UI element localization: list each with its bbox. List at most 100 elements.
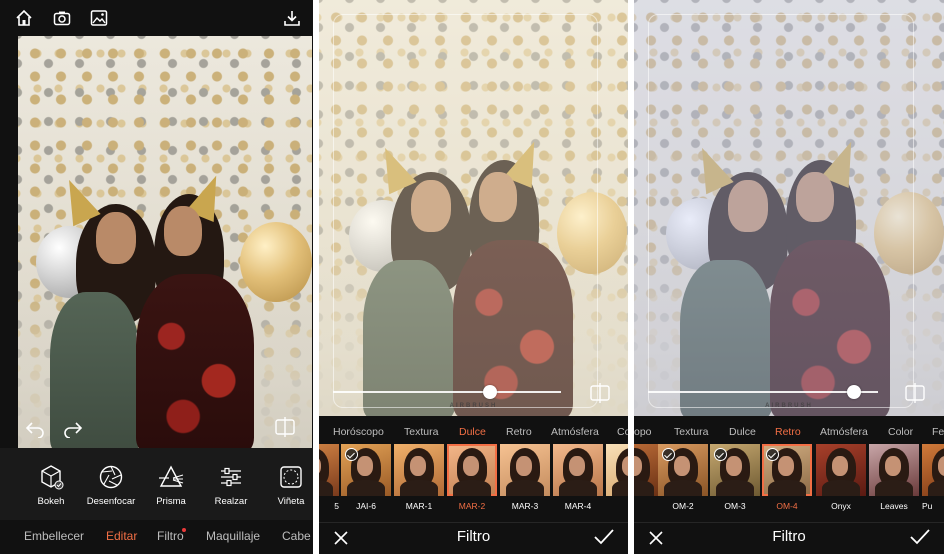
filter-thumb[interactable]: OM-3 <box>710 444 760 511</box>
filter-panel-dulce: AIRBRUSH Horóscopo Textura Dulce Retro A… <box>319 0 628 554</box>
filter-label: MAR-1 <box>405 501 433 511</box>
filter-bottom-bar: Filtro <box>319 522 628 554</box>
slider-thumb[interactable] <box>483 385 497 399</box>
compare-icon[interactable] <box>274 416 296 438</box>
check-icon <box>662 448 675 461</box>
filter-thumb[interactable]: OM-4 <box>762 444 812 511</box>
filter-thumb[interactable]: Leaves <box>869 444 919 511</box>
editor-panel: Bokeh Desenfocar Prisma Realzar Viñeta E… <box>0 0 313 554</box>
redo-icon[interactable] <box>62 420 84 439</box>
compare-icon[interactable] <box>589 382 611 404</box>
undo-icon[interactable] <box>24 420 46 439</box>
category-fe[interactable]: Fe <box>932 426 944 438</box>
top-toolbar <box>0 0 313 36</box>
category-color[interactable]: Color <box>888 426 913 438</box>
photo-frame <box>333 14 598 408</box>
category-horoscopo[interactable]: Horóscopo <box>333 426 384 438</box>
bokeh-icon <box>38 464 64 490</box>
filter-bottom-bar: Filtro <box>634 522 944 554</box>
tab-editar[interactable]: Editar <box>106 529 137 543</box>
photo-frame <box>648 14 914 408</box>
intensity-slider[interactable] <box>648 385 878 399</box>
prism-icon <box>158 464 184 490</box>
category-dulce[interactable]: Dulce <box>729 426 756 438</box>
filter-label: Leaves <box>880 501 908 511</box>
filter-label: MAR-3 <box>511 501 539 511</box>
category-atmosfera[interactable]: Atmósfera <box>551 426 599 438</box>
filter-panel-retro: AIRBRUSH opo Textura Dulce Retro Atmósfe… <box>634 0 944 554</box>
filter-label: OM-2 <box>672 501 694 511</box>
category-retro[interactable]: Retro <box>775 426 801 438</box>
filter-thumb[interactable]: Onyx <box>816 444 866 511</box>
filter-label: MAR-4 <box>564 501 592 511</box>
category-horoscopo[interactable]: opo <box>634 426 652 438</box>
tool-label: Bokeh <box>37 496 65 507</box>
filter-thumb[interactable] <box>606 444 628 501</box>
tool-label: Desenfocar <box>86 496 136 507</box>
filter-thumbnails: 5 JAI-6 MAR-1 MAR-2 MAR-3 MAR-4 <box>319 444 628 522</box>
filter-thumb[interactable]: Pu <box>922 444 944 511</box>
photo-canvas[interactable] <box>319 0 628 416</box>
photo-canvas[interactable] <box>18 36 312 448</box>
tab-maquillaje[interactable]: Maquillaje <box>206 529 260 543</box>
compare-icon[interactable] <box>904 382 926 404</box>
confirm-check-icon[interactable] <box>594 528 614 546</box>
tab-embellecer[interactable]: Embellecer <box>24 529 84 543</box>
category-retro[interactable]: Retro <box>506 426 532 438</box>
filter-title: Filtro <box>772 528 806 545</box>
tool-desenfocar[interactable]: Desenfocar <box>80 464 142 507</box>
filter-thumb[interactable]: MAR-2 <box>447 444 497 511</box>
photo-canvas[interactable] <box>634 0 944 416</box>
gallery-icon[interactable] <box>89 8 109 28</box>
filter-thumb[interactable]: MAR-1 <box>394 444 444 511</box>
filter-thumb[interactable]: MAR-4 <box>553 444 603 511</box>
tool-label: Viñeta <box>277 496 305 507</box>
filter-label: Onyx <box>831 501 851 511</box>
home-icon[interactable] <box>14 8 34 28</box>
filter-thumbnails: OM-2 OM-3 OM-4 Onyx Leaves Pu <box>634 444 944 522</box>
tool-prisma[interactable]: Prisma <box>140 464 202 507</box>
gold-balloon <box>240 222 312 302</box>
tool-row: Bokeh Desenfocar Prisma Realzar Viñeta <box>0 448 313 520</box>
tab-filtro[interactable]: Filtro <box>157 529 184 543</box>
category-atmosfera[interactable]: Atmósfera <box>820 426 868 438</box>
filter-categories: Horóscopo Textura Dulce Retro Atmósfera … <box>319 420 628 444</box>
slider-track <box>333 391 561 393</box>
sliders-icon <box>218 464 244 490</box>
new-badge <box>182 528 186 532</box>
category-textura[interactable]: Textura <box>404 426 438 438</box>
download-icon[interactable] <box>282 8 302 28</box>
filter-thumb[interactable]: MAR-3 <box>500 444 550 511</box>
watermark: AIRBRUSH <box>449 403 498 409</box>
intensity-slider[interactable] <box>333 385 561 399</box>
check-icon <box>714 448 727 461</box>
filter-label: Pu <box>922 501 933 511</box>
filter-thumb[interactable]: OM-2 <box>658 444 708 511</box>
camera-icon[interactable] <box>52 8 72 28</box>
tab-cabello[interactable]: Cabe <box>282 529 311 543</box>
filter-label: OM-4 <box>776 501 798 511</box>
slider-thumb[interactable] <box>847 385 861 399</box>
filter-thumb[interactable]: JAI-6 <box>341 444 391 511</box>
divider <box>634 522 944 523</box>
tool-bokeh[interactable]: Bokeh <box>20 464 82 507</box>
filter-title: Filtro <box>456 528 491 545</box>
check-icon <box>345 448 358 461</box>
category-color[interactable]: Co <box>617 426 628 438</box>
tool-label: Prisma <box>156 496 186 507</box>
category-textura[interactable]: Textura <box>674 426 708 438</box>
filter-thumb[interactable] <box>634 444 660 501</box>
tool-label: Realzar <box>214 496 248 507</box>
divider <box>319 522 628 523</box>
vignette-icon <box>278 464 304 490</box>
watermark: AIRBRUSH <box>765 403 813 409</box>
filter-label: JAI-6 <box>356 501 376 511</box>
tool-vineta[interactable]: Viñeta <box>260 464 313 507</box>
tool-realzar[interactable]: Realzar <box>200 464 262 507</box>
category-dulce[interactable]: Dulce <box>459 426 486 438</box>
confirm-check-icon[interactable] <box>910 528 930 546</box>
slider-track <box>648 391 878 393</box>
filter-categories: opo Textura Dulce Retro Atmósfera Color … <box>634 420 944 444</box>
editor-tabs: Embellecer Editar Filtro Maquillaje Cabe <box>0 520 313 554</box>
filter-thumb[interactable]: 5 <box>319 444 339 511</box>
